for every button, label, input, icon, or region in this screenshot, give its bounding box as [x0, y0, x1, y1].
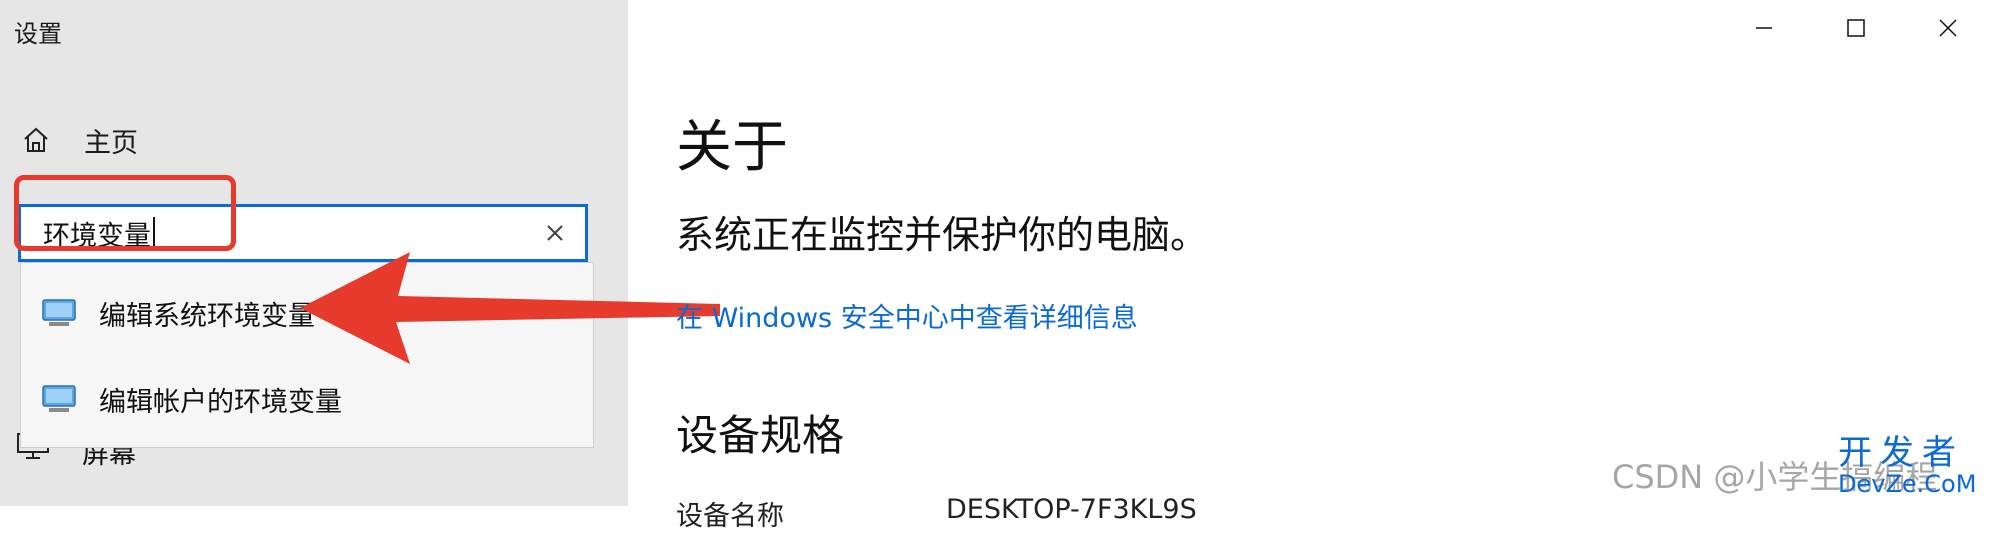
watermark-logo-cn: 开发者	[1838, 433, 1964, 473]
page-title: 关于	[676, 115, 788, 180]
watermark-logo-en: DevZe.CoM	[1838, 470, 1977, 498]
clear-icon[interactable]	[541, 219, 569, 247]
security-center-link[interactable]: 在 Windows 安全中心中查看详细信息	[676, 296, 1138, 335]
device-name-value: DESKTOP-7F3KL9S	[946, 494, 1197, 525]
section-title: 设备规格	[676, 411, 845, 460]
annotation-arrow	[300, 252, 720, 364]
annotation-highlight-box	[14, 175, 236, 251]
search-result-label: 编辑系统环境变量	[99, 300, 315, 332]
monitor-icon	[42, 299, 76, 326]
home-icon	[24, 127, 48, 152]
app-title: 设置	[14, 20, 62, 48]
monitor-icon	[42, 385, 76, 412]
search-result-item[interactable]: 编辑帐户的环境变量	[21, 369, 593, 429]
security-status-text: 系统正在监控并保护你的电脑。	[676, 213, 1209, 257]
device-name-label: 设备名称	[676, 501, 784, 532]
watermark-logo: 开发者 DevZe.CoM	[1838, 436, 1988, 496]
main-content: 关于 系统正在监控并保护你的电脑。 在 Windows 安全中心中查看详细信息 …	[676, 0, 1994, 532]
sidebar-item-label: 主页	[84, 127, 138, 159]
sidebar-item-home[interactable]: 主页	[20, 118, 138, 162]
search-result-label: 编辑帐户的环境变量	[99, 386, 342, 418]
